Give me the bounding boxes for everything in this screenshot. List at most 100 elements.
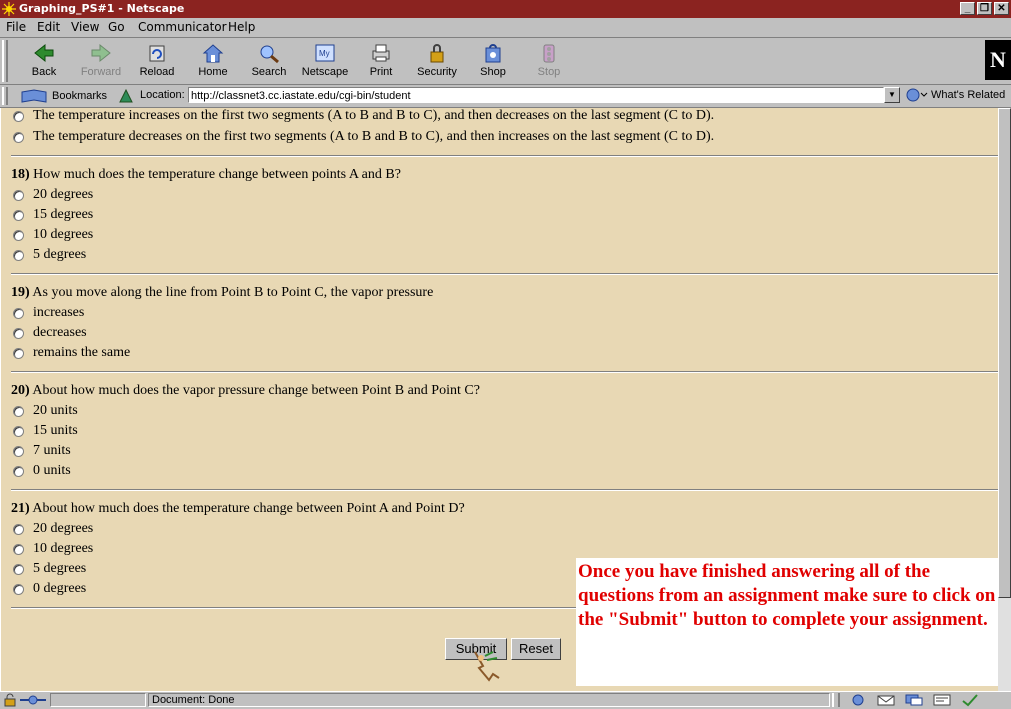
shop-button[interactable]: Shop [466, 40, 520, 82]
prev-option-2[interactable]: The temperature decreases on the first t… [13, 129, 714, 145]
question-19: 19) As you move along the line from Poin… [11, 285, 433, 301]
forward-button[interactable]: Forward [74, 40, 128, 82]
stop-label: Stop [537, 66, 561, 78]
lock-icon [430, 44, 444, 63]
search-button[interactable]: Search [242, 40, 296, 82]
page-proxy-icon[interactable] [118, 88, 134, 104]
url-field[interactable]: http://classnet3.cc.iastate.edu/cgi-bin/… [188, 87, 884, 103]
radio-button[interactable] [13, 209, 24, 221]
menu-help[interactable]: Help [228, 20, 255, 34]
menu-view[interactable]: View [71, 20, 99, 34]
radio-button[interactable] [13, 563, 24, 575]
menu-edit[interactable]: Edit [37, 20, 60, 34]
home-button[interactable]: Home [186, 40, 240, 82]
home-label: Home [198, 66, 228, 78]
radio-button[interactable] [13, 583, 24, 595]
discussion-icon[interactable] [904, 693, 924, 707]
bookmarks-icon [21, 89, 47, 103]
radio-button[interactable] [13, 229, 24, 241]
stop-button[interactable]: Stop [522, 40, 576, 82]
radio-button[interactable] [13, 523, 24, 535]
question-text: About how much does the temperature chan… [32, 501, 465, 516]
q21-option-3[interactable]: 5 degrees [13, 561, 86, 577]
netscape-logo[interactable]: N [985, 40, 1011, 80]
security-button[interactable]: Security [410, 40, 464, 82]
q19-option-3[interactable]: remains the same [13, 345, 130, 361]
menu-file[interactable]: File [6, 20, 26, 34]
option-label: 7 units [33, 443, 71, 458]
location-label: Location: [140, 89, 185, 101]
menu-go[interactable]: Go [108, 20, 125, 34]
q18-option-3[interactable]: 10 degrees [13, 227, 93, 243]
question-number: 20) [11, 383, 30, 398]
q21-option-1[interactable]: 20 degrees [13, 521, 93, 537]
q20-option-3[interactable]: 7 units [13, 443, 71, 459]
radio-button[interactable] [13, 110, 24, 122]
radio-button[interactable] [13, 189, 24, 201]
forward-arrow-icon [91, 43, 111, 63]
minimize-button[interactable]: _ [960, 2, 975, 15]
q20-option-4[interactable]: 0 units [13, 463, 71, 479]
back-label: Back [31, 66, 57, 78]
option-label: decreases [33, 325, 87, 340]
bookmarks-button[interactable]: Bookmarks [20, 88, 107, 104]
print-button[interactable]: Print [354, 40, 408, 82]
q18-option-2[interactable]: 15 degrees [13, 207, 93, 223]
radio-button[interactable] [13, 543, 24, 555]
component-grip[interactable] [832, 693, 840, 707]
navigation-toolbar: Back Forward Reload Home Search My Netsc… [0, 38, 1011, 85]
scrollbar-thumb[interactable] [998, 108, 1011, 598]
menu-communicator[interactable]: Communicator [138, 20, 227, 34]
pointer-hand-icon [474, 651, 500, 682]
radio-button[interactable] [13, 405, 24, 417]
shop-label: Shop [480, 66, 506, 78]
navigator-icon[interactable] [848, 693, 868, 707]
radio-button[interactable] [13, 347, 24, 359]
radio-button[interactable] [13, 131, 24, 143]
q18-option-4[interactable]: 5 degrees [13, 247, 86, 263]
home-icon [202, 44, 224, 63]
security-lock-icon[interactable] [2, 693, 18, 707]
radio-button[interactable] [13, 465, 24, 477]
question-number: 18) [11, 167, 30, 182]
question-20: 20) About how much does the vapor pressu… [11, 383, 480, 399]
option-label: 15 degrees [33, 207, 94, 222]
url-dropdown-button[interactable]: ▼ [884, 87, 900, 103]
q20-option-2[interactable]: 15 units [13, 423, 78, 439]
restore-button[interactable]: ❐ [977, 2, 992, 15]
mail-icon[interactable] [876, 693, 896, 707]
location-grip[interactable] [2, 87, 8, 105]
option-label: 20 degrees [33, 521, 94, 536]
q21-option-4[interactable]: 0 degrees [13, 581, 86, 597]
q20-option-1[interactable]: 20 units [13, 403, 78, 419]
q21-option-2[interactable]: 10 degrees [13, 541, 93, 557]
divider [11, 371, 998, 373]
whats-related-button[interactable]: What's Related [904, 87, 1005, 103]
question-number: 21) [11, 501, 30, 516]
radio-button[interactable] [13, 249, 24, 261]
composer-icon[interactable] [932, 693, 952, 707]
option-label: The temperature increases on the first t… [33, 108, 715, 123]
back-arrow-icon [34, 43, 54, 63]
scrollbar-track[interactable] [998, 598, 1011, 691]
back-button[interactable]: Back [17, 40, 71, 82]
stop-icon [543, 44, 555, 63]
prev-option-1[interactable]: The temperature increases on the first t… [13, 108, 714, 124]
radio-button[interactable] [13, 327, 24, 339]
option-label: 20 units [33, 403, 78, 418]
radio-button[interactable] [13, 445, 24, 457]
toolbar-grip[interactable] [2, 40, 8, 82]
close-button[interactable]: ✕ [994, 2, 1009, 15]
radio-button[interactable] [13, 307, 24, 319]
q18-option-1[interactable]: 20 degrees [13, 187, 93, 203]
question-21: 21) About how much does the temperature … [11, 501, 465, 517]
radio-button[interactable] [13, 425, 24, 437]
status-text: Document: Done [148, 693, 830, 707]
reload-button[interactable]: Reload [130, 40, 184, 82]
option-label: 5 degrees [33, 561, 87, 576]
q19-option-1[interactable]: increases [13, 305, 84, 321]
spellcheck-icon[interactable] [960, 693, 980, 707]
reset-button[interactable]: Reset [511, 638, 561, 660]
netscape-button[interactable]: My Netscape [298, 40, 352, 82]
q19-option-2[interactable]: decreases [13, 325, 87, 341]
